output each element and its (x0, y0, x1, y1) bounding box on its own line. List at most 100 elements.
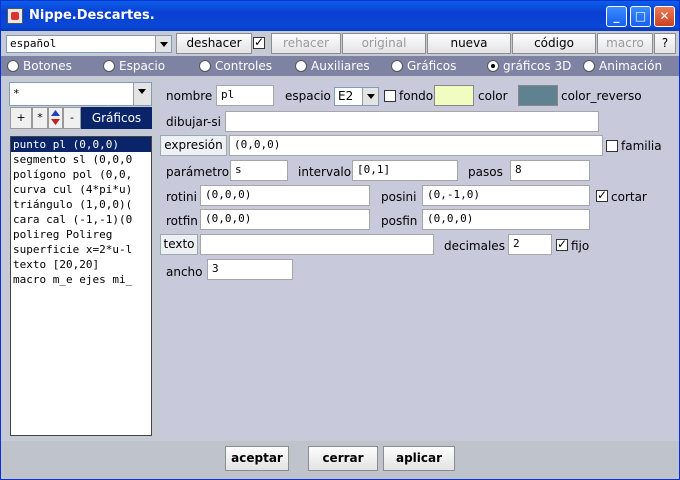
radio-icon (103, 60, 115, 72)
list-item[interactable]: polireg Polireg (11, 227, 151, 242)
fixed-label: fijo (571, 239, 590, 253)
maximize-button[interactable]: □ (630, 6, 651, 27)
space-value: E2 (338, 89, 354, 103)
help-button[interactable]: ? (654, 33, 676, 54)
app-icon (7, 8, 23, 24)
decimals-label: decimales (444, 239, 505, 253)
width-field[interactable]: 3 (207, 259, 293, 280)
draw-if-field[interactable] (225, 111, 599, 132)
graficos-button[interactable]: Gráficos (81, 107, 152, 129)
parameter-field[interactable]: s (230, 160, 288, 181)
fondo-label: fondo (399, 89, 434, 103)
text-button[interactable]: texto (160, 234, 198, 255)
list-item[interactable]: superficie x=2*u-l (11, 242, 151, 257)
rotfin-field[interactable]: (0,0,0) (200, 209, 370, 230)
list-item[interactable]: triángulo (1,0,0)( (11, 197, 151, 212)
tab-animacion[interactable]: Animación (583, 59, 662, 73)
text-field[interactable] (200, 234, 434, 255)
list-item[interactable]: texto [20,20] (11, 257, 151, 272)
rotini-field[interactable]: (0,0,0) (200, 185, 370, 206)
chevron-down-icon[interactable] (155, 36, 171, 52)
apply-button[interactable]: aplicar (383, 446, 455, 471)
new-button[interactable]: nueva (427, 33, 511, 54)
code-button[interactable]: código (512, 33, 596, 54)
list-item[interactable]: punto pl (0,0,0) (11, 137, 151, 152)
steps-field[interactable]: 8 (510, 160, 590, 181)
family-label: familia (621, 139, 662, 153)
redo-button[interactable]: rehacer (271, 33, 341, 54)
original-button[interactable]: original (342, 33, 426, 54)
list-item[interactable]: macro m_e ejes mi_ (11, 272, 151, 287)
close-button[interactable]: ✕ (654, 6, 675, 27)
list-item[interactable]: curva cul (4*pi*u) (11, 182, 151, 197)
radio-icon (583, 60, 595, 72)
undo-checkbox[interactable] (253, 35, 265, 49)
bottom-bar: aceptar cerrar aplicar (1, 441, 679, 479)
toolbar: español deshacer rehacer original nueva … (3, 32, 677, 54)
tab-espacio[interactable]: Espacio (103, 59, 165, 73)
interval-label: intervalo (298, 165, 352, 179)
close-dialog-button[interactable]: cerrar (308, 446, 378, 471)
radio-selected-icon (487, 60, 499, 72)
list-item[interactable]: cara cal (-1,-1)(0 (11, 212, 151, 227)
expression-field[interactable]: (0,0,0) (229, 135, 603, 156)
cut-label: cortar (611, 190, 647, 204)
filter-select[interactable]: * (9, 82, 152, 106)
family-checkbox[interactable] (606, 140, 618, 152)
accept-button[interactable]: aceptar (225, 446, 289, 471)
tab-bar: Botones Espacio Controles Auxiliares Grá… (1, 56, 679, 76)
color-swatch[interactable] (434, 85, 474, 106)
name-field[interactable]: pl (216, 85, 274, 106)
rotfin-label: rotfin (166, 214, 198, 228)
undo-button[interactable]: deshacer (176, 33, 252, 54)
minimize-button[interactable]: _ (606, 6, 627, 27)
duplicate-button[interactable]: * (32, 107, 48, 129)
posini-label: posini (381, 190, 417, 204)
rotini-label: rotini (166, 190, 197, 204)
language-value: español (10, 37, 57, 50)
radio-icon (295, 60, 307, 72)
move-up-down-button[interactable] (48, 107, 63, 129)
posini-field[interactable]: (0,-1,0) (422, 185, 590, 206)
chevron-down-icon[interactable] (362, 88, 378, 105)
window-title: Nippe.Descartes. (29, 8, 155, 23)
draw-if-label: dibujar-si (166, 115, 221, 129)
steps-label: pasos (468, 165, 503, 179)
macro-button[interactable]: macro (597, 33, 653, 54)
radio-icon (199, 60, 211, 72)
remove-button[interactable]: - (63, 107, 81, 129)
cut-checkbox[interactable] (596, 188, 608, 202)
up-down-arrows-icon (51, 110, 60, 125)
list-item[interactable]: segmento sl (0,0,0 (11, 152, 151, 167)
fixed-checkbox[interactable] (556, 237, 568, 251)
tab-controles[interactable]: Controles (199, 59, 272, 73)
parameter-label: parámetro (166, 165, 230, 179)
reverse-color-label: color_reverso (561, 89, 642, 103)
interval-field[interactable]: [0,1] (352, 160, 458, 181)
radio-icon (391, 60, 403, 72)
dialog-window: Nippe.Descartes. _ □ ✕ español deshacer … (0, 0, 680, 480)
posfin-field[interactable]: (0,0,0) (422, 209, 590, 230)
posfin-label: posfin (381, 214, 418, 228)
tab-auxiliares[interactable]: Auxiliares (295, 59, 370, 73)
tab-graficos[interactable]: Gráficos (391, 59, 456, 73)
expression-button[interactable]: expresión (160, 135, 227, 156)
fondo-checkbox[interactable] (384, 90, 396, 102)
decimals-field[interactable]: 2 (508, 234, 552, 255)
title-bar[interactable]: Nippe.Descartes. _ □ ✕ (1, 1, 679, 31)
add-button[interactable]: + (10, 107, 32, 129)
language-select[interactable]: español (6, 35, 172, 53)
tab-graficos-3d[interactable]: gráficos 3D (487, 59, 571, 73)
name-label: nombre (166, 89, 213, 103)
space-label: espacio (285, 89, 331, 103)
radio-icon (7, 60, 19, 72)
filter-value: * (13, 87, 20, 100)
list-item[interactable]: polígono pol (0,0, (11, 167, 151, 182)
graphics-list[interactable]: punto pl (0,0,0) segmento sl (0,0,0 polígo… (10, 136, 152, 436)
chevron-down-icon[interactable] (133, 83, 151, 105)
space-select[interactable]: E2 (334, 87, 379, 106)
tab-botones[interactable]: Botones (7, 59, 72, 73)
width-label: ancho (166, 265, 203, 279)
reverse-color-swatch[interactable] (518, 85, 558, 106)
color-label: color (478, 89, 508, 103)
